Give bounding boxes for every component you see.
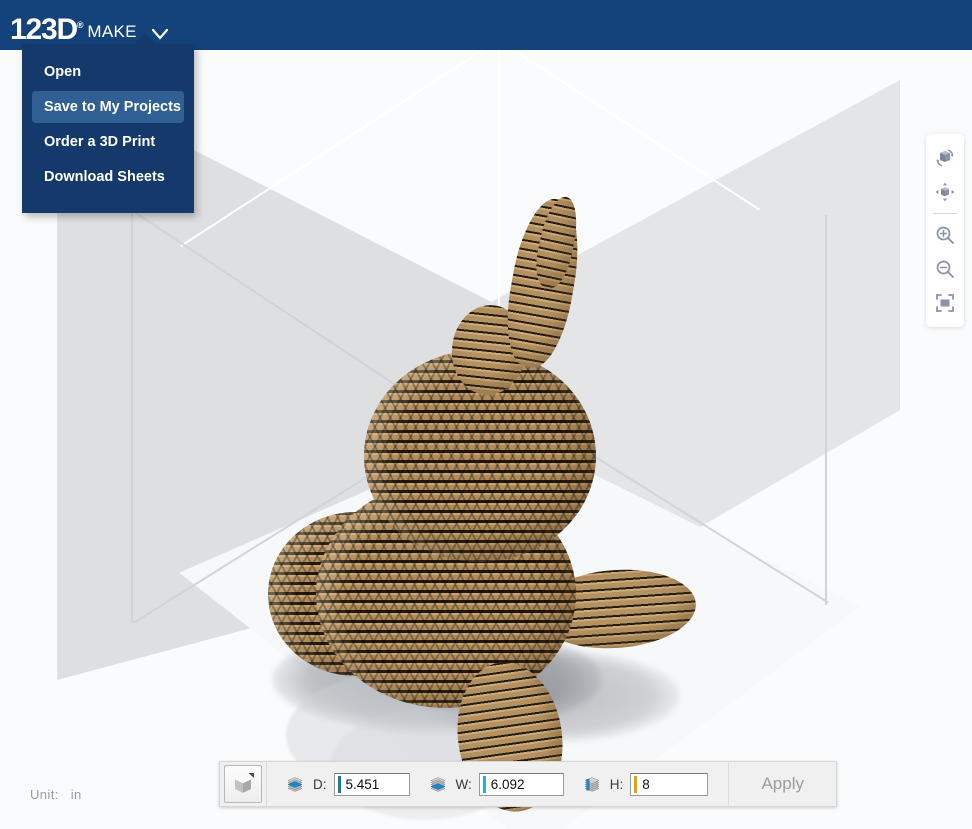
zoom-in-button[interactable] [926, 218, 964, 252]
dimension-toolbar: D: 5.451 W: 6.092 H: 8 Apply [219, 761, 837, 807]
bounding-box-icon [235, 773, 254, 793]
pan-button[interactable] [926, 175, 964, 209]
pan-icon [935, 182, 955, 202]
orbit-icon [936, 149, 954, 167]
text-caret [337, 775, 341, 793]
depth-input[interactable]: 5.451 [333, 772, 410, 796]
orbit-button[interactable] [926, 141, 964, 175]
unit-status: Unit: in [30, 787, 82, 802]
bounding-box-button[interactable] [224, 765, 262, 803]
menu-item-save-to-my-projects[interactable]: Save to My Projects [32, 91, 184, 123]
menu-item-open[interactable]: Open [32, 56, 184, 88]
fit-to-screen-icon [936, 294, 954, 312]
menu-item-label: Open [44, 64, 82, 80]
menu-notch [134, 33, 156, 44]
width-field-group: W: 6.092 [410, 761, 564, 807]
unit-value: in [70, 787, 82, 802]
menu-item-order-a-3d-print[interactable]: Order a 3D Print [32, 126, 184, 158]
menu-item-label: Order a 3D Print [44, 134, 156, 150]
width-value: 6.092 [490, 776, 525, 792]
depth-label: D: [313, 776, 327, 792]
123d-wordmark: 123D® [10, 13, 84, 46]
navigation-toolbar [926, 134, 964, 327]
app-root: Autodesk® 123D® MAKE Open Save to My Pro… [0, 0, 972, 829]
depth-field-group: D: 5.451 [267, 761, 410, 807]
height-field-group: H: 8 [564, 761, 709, 807]
zoom-out-icon [936, 260, 954, 278]
unit-label: Unit: [30, 787, 59, 802]
menu-item-download-sheets[interactable]: Download Sheets [32, 161, 184, 193]
main-menu-dropdown: Open Save to My Projects Order a 3D Prin… [22, 33, 194, 213]
apply-button[interactable]: Apply [755, 773, 810, 795]
height-label: H: [609, 776, 624, 792]
make-wordmark: MAKE [87, 22, 137, 41]
fit-to-screen-button[interactable] [926, 286, 964, 320]
layer-stack-depth-icon [287, 777, 303, 792]
text-caret [482, 775, 486, 793]
toolbar-divider [933, 213, 957, 214]
height-input[interactable]: 8 [630, 772, 709, 796]
zoom-in-icon [936, 226, 954, 244]
height-value: 8 [642, 776, 650, 792]
layer-stack-height-icon [584, 777, 600, 792]
layer-stack-width-icon [429, 777, 446, 792]
text-caret [634, 775, 638, 793]
menu-item-label: Download Sheets [44, 169, 165, 185]
apply-wrapper: Apply [728, 761, 836, 807]
width-label: W: [455, 776, 472, 792]
zoom-out-button[interactable] [926, 252, 964, 286]
menu-item-label: Save to My Projects [44, 99, 181, 115]
depth-value: 5.451 [345, 776, 380, 792]
width-input[interactable]: 6.092 [478, 772, 564, 796]
